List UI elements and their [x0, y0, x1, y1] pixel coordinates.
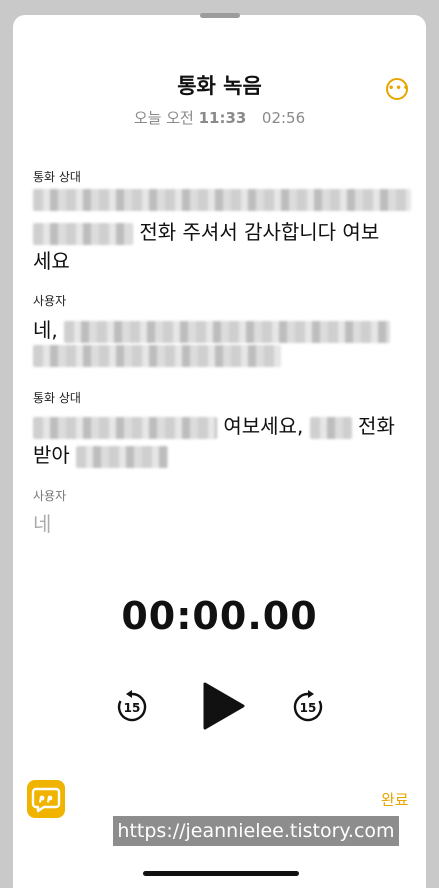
- redacted-text: [33, 222, 133, 245]
- quote-chat-icon: [31, 787, 61, 813]
- page-title: 통화 녹음: [177, 74, 262, 98]
- redacted-text: [64, 320, 391, 343]
- duration-label: 02:56: [261, 109, 306, 127]
- redacted-text: [309, 416, 352, 439]
- transcript-chat-button[interactable]: [27, 780, 65, 818]
- skip-forward-15-icon: 15: [293, 690, 323, 722]
- play-button[interactable]: [203, 682, 245, 730]
- transcript-line: 네,: [33, 314, 391, 343]
- transcript-line: [33, 342, 281, 367]
- transcript-text: 전화: [358, 414, 395, 438]
- skip-forward-label: 15: [300, 701, 317, 715]
- transcript-line: 여보세요, 전화: [33, 410, 395, 439]
- redacted-text: [33, 344, 281, 367]
- skip-forward-button[interactable]: 15: [291, 690, 325, 724]
- redacted-text: [76, 445, 169, 468]
- speaker-label: 사용자: [33, 294, 67, 308]
- play-icon: [203, 682, 245, 730]
- redacted-text: [33, 188, 411, 211]
- skip-back-15-icon: 15: [117, 690, 147, 722]
- elapsed-time: 00:00.00: [121, 594, 318, 638]
- more-icon: •••: [388, 83, 411, 94]
- transcript-line: [33, 186, 411, 211]
- skip-back-label: 15: [124, 701, 141, 715]
- skip-back-button[interactable]: 15: [115, 690, 149, 724]
- sheet-grabber[interactable]: [200, 13, 240, 18]
- speaker-label: 사용자: [33, 489, 67, 503]
- transcript-text: 여보세요,: [223, 414, 304, 438]
- speaker-label: 통화 상대: [33, 391, 81, 405]
- speaker-label: 통화 상대: [33, 170, 81, 184]
- transcript-line: 받아: [33, 439, 169, 468]
- home-indicator[interactable]: [143, 871, 299, 876]
- transcript-line: 네: [33, 512, 52, 536]
- transcript-text: 전화 주셔서 감사합니다 여보: [139, 220, 380, 244]
- watermark: https://jeannielee.tistory.com: [113, 816, 399, 846]
- redacted-text: [33, 416, 217, 439]
- date-label: 오늘 오전: [133, 109, 194, 127]
- more-button[interactable]: •••: [386, 78, 411, 100]
- transcript-line: 전화 주셔서 감사합니다 여보: [33, 216, 379, 245]
- done-button[interactable]: 완료: [381, 789, 409, 810]
- transcript-text: 받아: [33, 443, 70, 467]
- transcript-line: 세요: [33, 249, 70, 273]
- recording-meta: 오늘 오전 11:33 02:56: [0, 107, 439, 128]
- transcript-text: 네,: [33, 318, 58, 342]
- time-label: 11:33: [198, 109, 247, 127]
